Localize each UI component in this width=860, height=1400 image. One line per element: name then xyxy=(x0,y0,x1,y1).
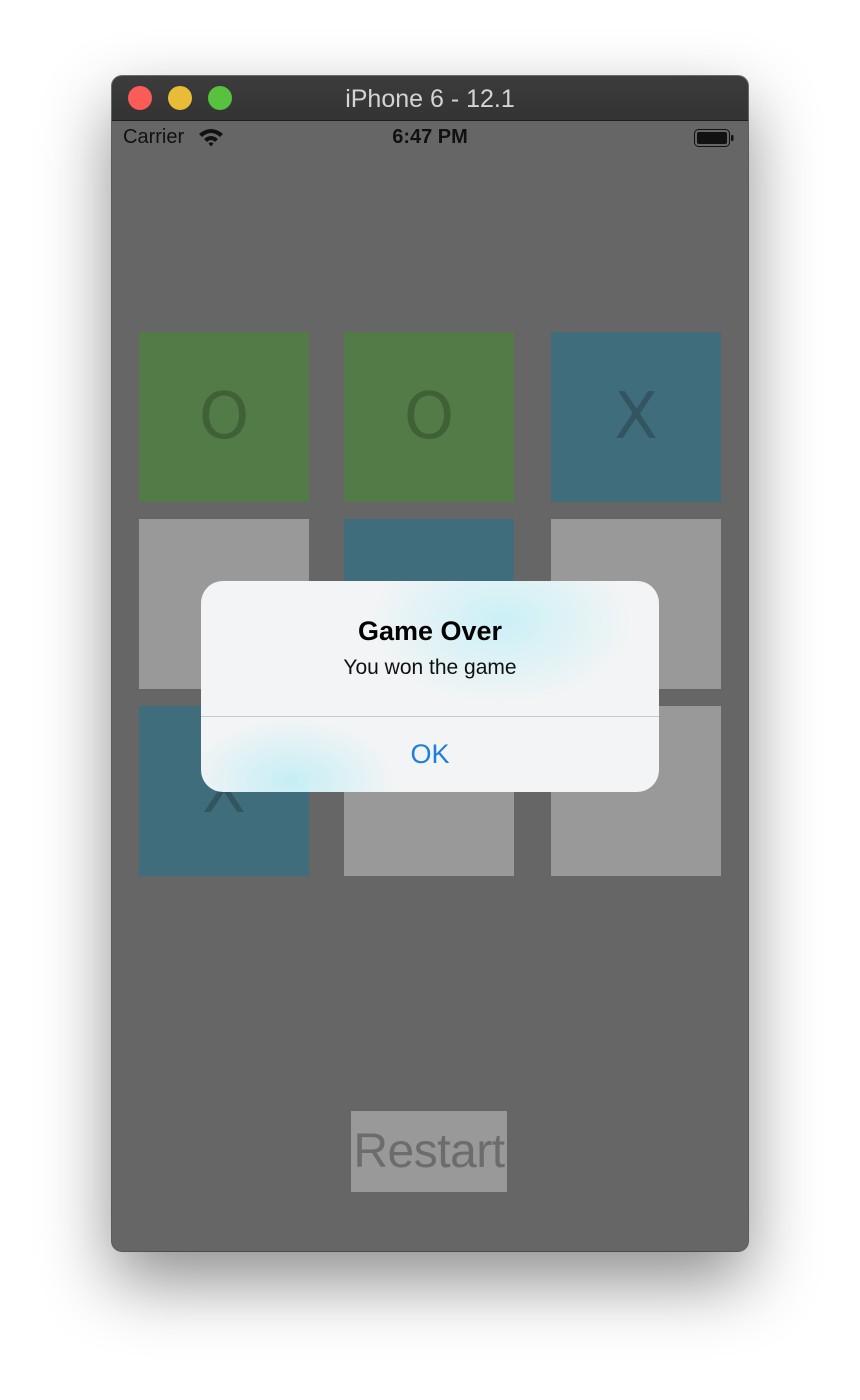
cell-mark: O xyxy=(198,380,250,454)
ok-button[interactable]: OK xyxy=(201,717,659,792)
game-over-alert: Game Over You won the game OK xyxy=(201,581,659,792)
cell-mark: O xyxy=(403,380,455,454)
simulator-window: iPhone 6 - 12.1 Carrier 6:47 PM O O X Re… xyxy=(112,76,748,1251)
alert-message: You won the game xyxy=(343,656,517,679)
battery-icon xyxy=(694,129,734,147)
alert-title: Game Over xyxy=(357,616,503,646)
window-title: iPhone 6 - 12.1 xyxy=(345,85,515,113)
status-time: 6:47 PM xyxy=(392,126,468,148)
device-screen: Carrier 6:47 PM O O X X Restar xyxy=(112,121,748,1251)
board-cell-1[interactable]: O xyxy=(139,332,309,502)
board-cell-2[interactable]: O xyxy=(344,332,514,502)
board-cell-3[interactable]: X xyxy=(551,332,721,502)
cell-mark: X xyxy=(614,380,658,454)
title-bar[interactable]: iPhone 6 - 12.1 xyxy=(112,76,748,121)
status-bar: Carrier 6:47 PM xyxy=(112,121,748,155)
restart-button[interactable]: Restart xyxy=(351,1111,507,1192)
